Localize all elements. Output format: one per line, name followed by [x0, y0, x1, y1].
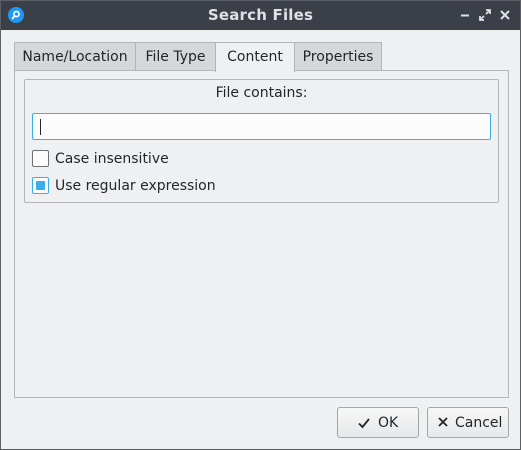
regular-expression-label: Use regular expression — [55, 178, 216, 194]
file-contains-group: File contains: Case insensitive Use regu… — [24, 79, 499, 203]
text-caret — [40, 119, 41, 135]
close-icon[interactable] — [498, 8, 512, 22]
cancel-label: Cancel — [455, 415, 503, 431]
tab-properties[interactable]: Properties — [294, 42, 382, 71]
case-insensitive-label: Case insensitive — [55, 151, 169, 167]
tab-panel-content: File contains: Case insensitive Use regu… — [14, 70, 509, 398]
group-title: File contains: — [215, 85, 308, 101]
ok-label: OK — [378, 415, 399, 431]
tab-name-location[interactable]: Name/Location — [14, 42, 136, 71]
ok-button[interactable]: OK — [337, 407, 419, 438]
minimize-icon[interactable] — [458, 8, 472, 22]
case-insensitive-checkbox[interactable] — [32, 150, 49, 167]
window-title: Search Files — [207, 6, 314, 24]
title-bar[interactable]: Search Files — [1, 1, 520, 30]
regular-expression-checkbox[interactable] — [32, 177, 49, 194]
tab-content[interactable]: Content — [215, 42, 295, 72]
checkbox-checked-indicator — [36, 181, 45, 190]
search-text-input[interactable] — [32, 113, 491, 140]
maximize-icon[interactable] — [478, 8, 492, 22]
tab-file-type[interactable]: File Type — [135, 42, 216, 71]
cancel-button[interactable]: Cancel — [427, 407, 509, 438]
close-icon — [437, 416, 449, 432]
checkmark-icon — [357, 416, 371, 434]
search-files-dialog: Search Files Name/Location File Type Con… — [0, 0, 521, 450]
